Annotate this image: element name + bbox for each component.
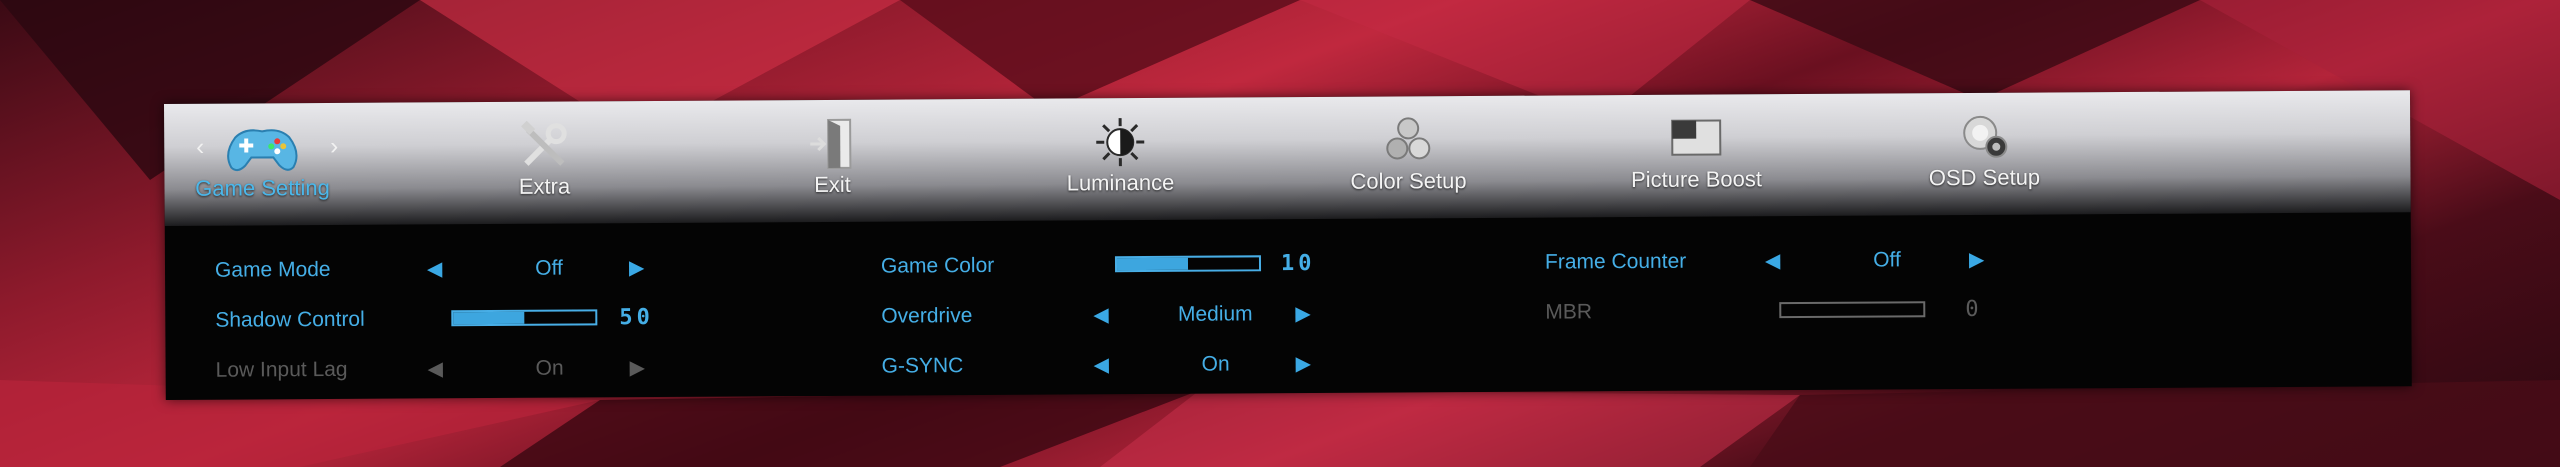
tab-label: Extra — [518, 173, 571, 199]
setting-label: MBR — [1545, 300, 1593, 324]
setting-frame-counter[interactable]: Frame Counter ◀ Off ▶ — [1545, 245, 2005, 278]
setting-value: 10 — [1280, 250, 1316, 277]
tab-label: Game Setting — [195, 174, 330, 201]
osd-setup-icon — [1874, 108, 2094, 161]
arrow-right-icon[interactable]: ▶ — [629, 253, 645, 283]
tab-exit[interactable]: Exit — [722, 115, 942, 198]
tab-label: Color Setup — [1350, 168, 1467, 194]
osd-menu: ‹ › Game Setting Extra Exit Luminance Co… — [164, 90, 2412, 400]
arrow-left-icon[interactable]: ◀ — [1765, 246, 1781, 276]
setting-gsync[interactable]: G-SYNC ◀ On ▶ — [882, 349, 1332, 382]
slider-fill — [453, 311, 525, 325]
arrow-right-icon[interactable]: ▶ — [1296, 349, 1312, 379]
setting-game-color[interactable]: Game Color 10 — [881, 249, 1331, 282]
setting-value: On — [1201, 352, 1230, 376]
tab-label: Picture Boost — [1630, 166, 1762, 193]
color-setup-icon — [1298, 112, 1518, 165]
tab-label: Exit — [814, 171, 851, 198]
setting-low-input-lag: Low Input Lag ◀ On ▶ — [216, 353, 656, 386]
brightness-icon — [1010, 113, 1230, 167]
setting-label: Game Color — [880, 253, 995, 278]
setting-label: Frame Counter — [1544, 249, 1687, 274]
setting-label: Shadow Control — [215, 307, 365, 332]
arrow-left-icon[interactable]: ◀ — [427, 254, 443, 284]
setting-label: Game Mode — [214, 257, 331, 282]
slider-fill — [1116, 257, 1189, 271]
setting-game-mode[interactable]: Game Mode ◀ Off ▶ — [215, 253, 655, 286]
arrow-right-icon: ▶ — [629, 357, 646, 380]
tab-game-setting[interactable]: Game Setting — [152, 119, 372, 202]
setting-label: Overdrive — [881, 304, 973, 328]
gamepad-icon — [152, 119, 372, 172]
setting-shadow-control[interactable]: Shadow Control 50 — [215, 303, 655, 336]
arrow-right-icon[interactable]: ▶ — [1969, 245, 1985, 275]
setting-value: Medium — [1177, 302, 1253, 326]
setting-value: 0 — [1965, 296, 1983, 323]
setting-value: Off — [535, 256, 563, 280]
arrow-left-icon[interactable]: ◀ — [1094, 350, 1110, 380]
game-color-slider[interactable] — [1114, 255, 1262, 273]
setting-mbr: MBR 0 — [1545, 295, 2005, 328]
arrow-right-icon[interactable]: ▶ — [1295, 299, 1311, 329]
arrow-left-icon[interactable]: ◀ — [1093, 300, 1109, 330]
tab-osd-setup[interactable]: OSD Setup — [1874, 108, 2094, 191]
mbr-slider — [1779, 301, 1926, 319]
tab-picture-boost[interactable]: Picture Boost — [1586, 110, 1806, 193]
shadow-control-slider[interactable] — [451, 309, 598, 327]
setting-label: G-SYNC — [881, 354, 964, 378]
tab-label: Luminance — [1066, 169, 1175, 196]
exit-door-icon — [722, 115, 942, 169]
osd-tab-bar: ‹ › Game Setting Extra Exit Luminance Co… — [164, 90, 2411, 226]
tab-luminance[interactable]: Luminance — [1010, 113, 1230, 196]
tab-color-setup[interactable]: Color Setup — [1298, 112, 1518, 195]
setting-value: On — [535, 356, 564, 380]
setting-value: Off — [1873, 248, 1901, 272]
arrow-left-icon: ◀ — [427, 358, 444, 381]
picture-boost-icon — [1586, 110, 1806, 163]
tab-extra[interactable]: Extra — [434, 117, 654, 200]
tab-label: OSD Setup — [1928, 164, 2041, 191]
setting-overdrive[interactable]: Overdrive ◀ Medium ▶ — [881, 299, 1331, 332]
setting-label: Low Input Lag — [215, 357, 348, 382]
setting-value: 50 — [619, 305, 654, 331]
tools-icon — [434, 117, 654, 170]
